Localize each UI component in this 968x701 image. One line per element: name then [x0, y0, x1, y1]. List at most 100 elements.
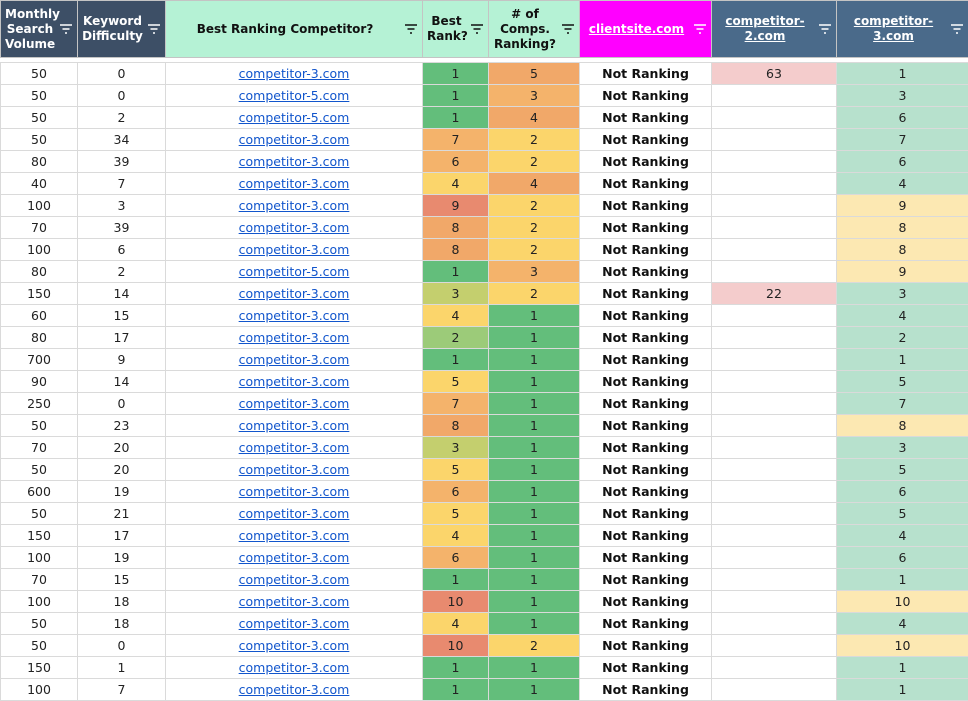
cell-best-competitor[interactable]: competitor-3.com — [165, 370, 423, 393]
cell-competitor-3[interactable]: 5 — [836, 370, 968, 393]
cell-best-rank[interactable]: 6 — [422, 150, 489, 173]
cell-search-volume[interactable]: 50 — [0, 62, 78, 85]
cell-clientsite[interactable]: Not Ranking — [579, 260, 712, 283]
cell-comps-ranking[interactable]: 1 — [488, 590, 580, 613]
cell-comps-ranking[interactable]: 1 — [488, 546, 580, 569]
cell-keyword-difficulty[interactable]: 0 — [77, 634, 166, 657]
cell-keyword-difficulty[interactable]: 2 — [77, 260, 166, 283]
cell-competitor-2[interactable] — [711, 238, 837, 261]
header-competitor-2[interactable]: competitor-2.com — [711, 0, 837, 58]
cell-search-volume[interactable]: 50 — [0, 634, 78, 657]
cell-keyword-difficulty[interactable]: 18 — [77, 590, 166, 613]
cell-comps-ranking[interactable]: 2 — [488, 194, 580, 217]
cell-clientsite[interactable]: Not Ranking — [579, 590, 712, 613]
cell-competitor-3[interactable]: 4 — [836, 612, 968, 635]
cell-competitor-2[interactable] — [711, 678, 837, 701]
cell-competitor-2[interactable] — [711, 326, 837, 349]
cell-best-competitor[interactable]: competitor-3.com — [165, 304, 423, 327]
cell-best-rank[interactable]: 8 — [422, 414, 489, 437]
cell-competitor-3[interactable]: 10 — [836, 634, 968, 657]
cell-keyword-difficulty[interactable]: 14 — [77, 370, 166, 393]
cell-best-competitor[interactable]: competitor-3.com — [165, 172, 423, 195]
cell-search-volume[interactable]: 90 — [0, 370, 78, 393]
cell-competitor-2[interactable] — [711, 304, 837, 327]
cell-best-rank[interactable]: 7 — [422, 392, 489, 415]
cell-best-competitor[interactable]: competitor-3.com — [165, 634, 423, 657]
cell-best-competitor[interactable]: competitor-3.com — [165, 238, 423, 261]
header-clientsite[interactable]: clientsite.com — [579, 0, 712, 58]
cell-best-competitor[interactable]: competitor-3.com — [165, 348, 423, 371]
cell-best-rank[interactable]: 4 — [422, 612, 489, 635]
cell-search-volume[interactable]: 80 — [0, 150, 78, 173]
cell-competitor-3[interactable]: 5 — [836, 458, 968, 481]
cell-competitor-2[interactable] — [711, 348, 837, 371]
cell-clientsite[interactable]: Not Ranking — [579, 128, 712, 151]
cell-keyword-difficulty[interactable]: 17 — [77, 326, 166, 349]
cell-comps-ranking[interactable]: 1 — [488, 304, 580, 327]
cell-best-competitor[interactable]: competitor-3.com — [165, 414, 423, 437]
cell-best-competitor[interactable]: competitor-3.com — [165, 326, 423, 349]
cell-comps-ranking[interactable]: 1 — [488, 414, 580, 437]
cell-clientsite[interactable]: Not Ranking — [579, 238, 712, 261]
cell-clientsite[interactable]: Not Ranking — [579, 502, 712, 525]
cell-competitor-2[interactable] — [711, 216, 837, 239]
cell-keyword-difficulty[interactable]: 0 — [77, 62, 166, 85]
cell-best-rank[interactable]: 7 — [422, 128, 489, 151]
cell-clientsite[interactable]: Not Ranking — [579, 150, 712, 173]
cell-best-competitor[interactable]: competitor-3.com — [165, 436, 423, 459]
cell-competitor-2[interactable] — [711, 480, 837, 503]
cell-comps-ranking[interactable]: 1 — [488, 370, 580, 393]
cell-keyword-difficulty[interactable]: 39 — [77, 150, 166, 173]
cell-competitor-3[interactable]: 4 — [836, 304, 968, 327]
cell-comps-ranking[interactable]: 1 — [488, 326, 580, 349]
cell-keyword-difficulty[interactable]: 0 — [77, 84, 166, 107]
cell-keyword-difficulty[interactable]: 19 — [77, 546, 166, 569]
cell-best-rank[interactable]: 1 — [422, 260, 489, 283]
cell-best-competitor[interactable]: competitor-3.com — [165, 546, 423, 569]
cell-best-competitor[interactable]: competitor-3.com — [165, 128, 423, 151]
cell-comps-ranking[interactable]: 1 — [488, 568, 580, 591]
cell-search-volume[interactable]: 100 — [0, 590, 78, 613]
cell-competitor-2[interactable] — [711, 150, 837, 173]
cell-search-volume[interactable]: 80 — [0, 326, 78, 349]
cell-search-volume[interactable]: 50 — [0, 502, 78, 525]
cell-search-volume[interactable]: 80 — [0, 260, 78, 283]
filter-icon[interactable] — [693, 23, 707, 35]
cell-competitor-3[interactable]: 3 — [836, 84, 968, 107]
filter-icon[interactable] — [470, 23, 484, 35]
cell-comps-ranking[interactable]: 1 — [488, 458, 580, 481]
cell-comps-ranking[interactable]: 1 — [488, 392, 580, 415]
cell-clientsite[interactable]: Not Ranking — [579, 62, 712, 85]
cell-competitor-3[interactable]: 6 — [836, 150, 968, 173]
cell-best-rank[interactable]: 4 — [422, 172, 489, 195]
cell-best-competitor[interactable]: competitor-3.com — [165, 392, 423, 415]
cell-best-rank[interactable]: 1 — [422, 106, 489, 129]
cell-clientsite[interactable]: Not Ranking — [579, 436, 712, 459]
cell-comps-ranking[interactable]: 1 — [488, 480, 580, 503]
cell-keyword-difficulty[interactable]: 39 — [77, 216, 166, 239]
cell-competitor-2[interactable] — [711, 502, 837, 525]
cell-competitor-3[interactable]: 1 — [836, 656, 968, 679]
cell-search-volume[interactable]: 150 — [0, 656, 78, 679]
filter-icon[interactable] — [818, 23, 832, 35]
cell-competitor-2[interactable] — [711, 546, 837, 569]
cell-search-volume[interactable]: 100 — [0, 546, 78, 569]
cell-search-volume[interactable]: 700 — [0, 348, 78, 371]
cell-search-volume[interactable]: 600 — [0, 480, 78, 503]
cell-comps-ranking[interactable]: 1 — [488, 678, 580, 701]
cell-best-rank[interactable]: 1 — [422, 84, 489, 107]
cell-clientsite[interactable]: Not Ranking — [579, 348, 712, 371]
cell-clientsite[interactable]: Not Ranking — [579, 546, 712, 569]
cell-keyword-difficulty[interactable]: 0 — [77, 392, 166, 415]
cell-best-competitor[interactable]: competitor-3.com — [165, 590, 423, 613]
cell-competitor-3[interactable]: 8 — [836, 414, 968, 437]
cell-competitor-3[interactable]: 6 — [836, 546, 968, 569]
cell-clientsite[interactable]: Not Ranking — [579, 414, 712, 437]
cell-best-rank[interactable]: 1 — [422, 568, 489, 591]
cell-best-rank[interactable]: 1 — [422, 678, 489, 701]
cell-comps-ranking[interactable]: 1 — [488, 436, 580, 459]
cell-competitor-2[interactable] — [711, 194, 837, 217]
cell-comps-ranking[interactable]: 5 — [488, 62, 580, 85]
cell-best-rank[interactable]: 1 — [422, 348, 489, 371]
cell-competitor-2[interactable] — [711, 524, 837, 547]
